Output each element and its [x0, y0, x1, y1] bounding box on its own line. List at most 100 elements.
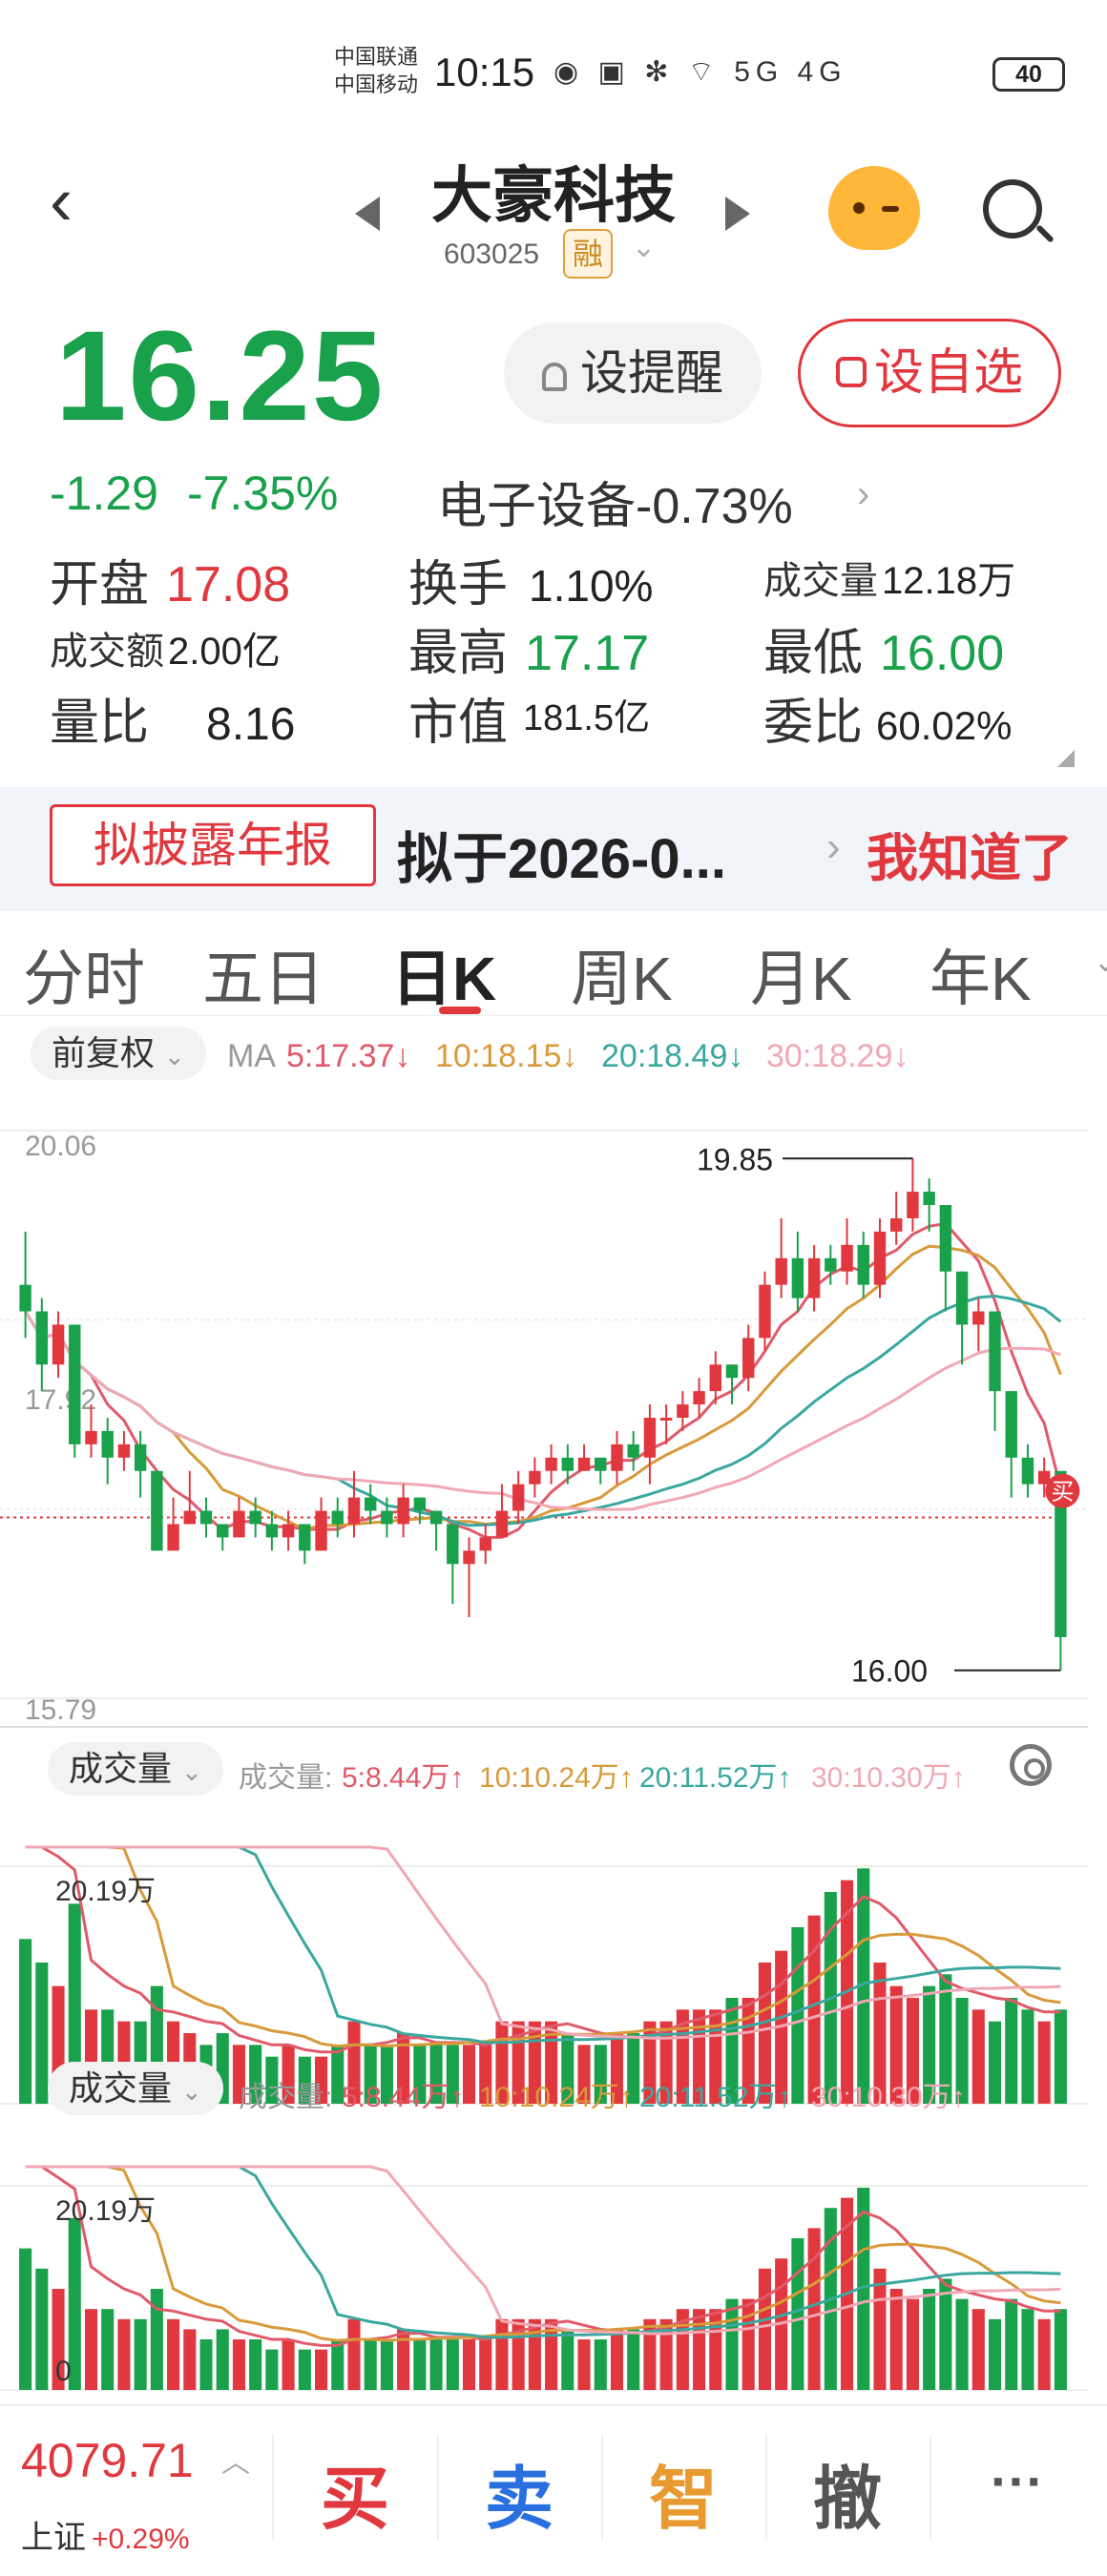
notice-tag: 拟披露年报	[50, 804, 376, 886]
stat-volume: 成交量 12.18万	[763, 550, 1015, 605]
chevron-down-icon[interactable]: ⌄	[632, 231, 656, 264]
tab-weekly-k[interactable]: 周K	[571, 930, 673, 1018]
candle-body	[381, 1510, 393, 1525]
candle-body	[217, 1524, 229, 1538]
volume-chart-2[interactable]: 20.19万 0	[0, 2113, 1107, 2399]
ma20-line	[24, 1294, 1062, 1527]
next-stock-icon[interactable]	[725, 197, 750, 231]
tab-monthly-k[interactable]: 月K	[750, 930, 852, 1018]
candle-body	[907, 1192, 919, 1218]
volume-bar	[167, 2318, 180, 2390]
buy-button[interactable]: 买	[279, 2442, 431, 2543]
stat-value: 8.16	[206, 699, 296, 750]
candle-body	[397, 1497, 409, 1525]
tab-five-day[interactable]: 五日	[202, 930, 324, 1018]
carrier-1: 中国联通	[334, 45, 419, 69]
stat-label: 成交额	[50, 631, 164, 673]
candle-body	[19, 1284, 31, 1312]
stat-market-cap: 市值 181.5亿	[408, 682, 650, 754]
volume-ma5-line	[25, 2165, 1061, 2347]
candle-body	[447, 1524, 459, 1565]
index-name: 上证	[21, 2520, 86, 2556]
divider	[437, 2435, 439, 2540]
search-icon[interactable]	[983, 179, 1042, 239]
stat-value: 17.17	[525, 626, 650, 681]
volume-bar	[134, 2318, 147, 2390]
volume-bar	[873, 2268, 887, 2390]
prev-stock-icon[interactable]	[355, 197, 380, 231]
volume-ma30-line	[25, 2165, 1061, 2336]
volume-bar	[380, 2339, 393, 2390]
stock-name: 大豪科技	[431, 161, 676, 230]
more-button[interactable]: ···	[941, 2450, 1094, 2512]
candle-body	[529, 1470, 541, 1485]
sector-link[interactable]: 电子设备-0.73%	[437, 466, 793, 537]
candle-body	[611, 1444, 623, 1471]
candle-body	[429, 1510, 443, 1525]
candle-body	[643, 1417, 657, 1458]
candle-body	[561, 1457, 574, 1471]
tab-intraday[interactable]: 分时	[23, 930, 145, 1018]
volume-bar	[35, 2268, 49, 2390]
candle-body	[117, 1444, 131, 1458]
volume-bar	[627, 2329, 640, 2390]
volume-ma10-line	[25, 1845, 1061, 2048]
stat-open: 开盘 17.08	[50, 544, 290, 615]
index-value[interactable]: 4079.71	[21, 2433, 194, 2488]
notice-text[interactable]: 拟于2026-0...	[397, 814, 726, 894]
vol-ma30: 30:10.30万↑	[811, 2082, 966, 2113]
volume-indicator-select[interactable]: 成交量 ⌄	[48, 1742, 223, 1796]
set-alert-button[interactable]: 设提醒	[504, 322, 762, 424]
dismiss-notice-button[interactable]: 我知道了	[867, 816, 1073, 891]
volume-bar	[199, 2339, 213, 2390]
candle-body	[939, 1205, 952, 1272]
volume-bar	[725, 2298, 739, 2390]
ma-legend: 前复权 ⌄ MA 5:17.37↓ 10:18.15↓ 20:18.49↓ 30…	[0, 1027, 1107, 1084]
volume-indicator-select-2[interactable]: 成交量 ⌄	[48, 2062, 223, 2115]
candle-body	[677, 1404, 689, 1418]
chevron-up-icon[interactable]: ︿	[221, 2439, 250, 2481]
volume-y-top-label: 20.19万	[55, 2195, 156, 2227]
volume-label: 成交量	[69, 2068, 173, 2108]
tab-yearly-k[interactable]: 年K	[929, 930, 1032, 1018]
ma30-value: 30:18.29↓	[766, 1038, 909, 1074]
ma-prefix: MA	[227, 1038, 276, 1074]
settings-gear-icon[interactable]	[1010, 1744, 1052, 1786]
candle-body	[972, 1311, 985, 1325]
volume-bar	[117, 2318, 131, 2390]
chevron-down-icon[interactable]: ⌄	[1094, 945, 1107, 979]
candle-body	[315, 1510, 327, 1551]
candle-body	[807, 1257, 821, 1298]
vol-ma30: 30:10.30万↑	[811, 1762, 966, 1794]
candle-body	[101, 1430, 114, 1458]
mascot-icon[interactable]	[828, 166, 920, 250]
add-watchlist-button[interactable]: 设自选	[798, 319, 1061, 427]
chevron-down-icon: ⌄	[181, 1757, 202, 1786]
candle-body	[69, 1324, 81, 1444]
cancel-order-button[interactable]: 撤	[771, 2442, 924, 2543]
volume-bar	[19, 2248, 32, 2390]
chevron-down-icon: ⌄	[181, 2077, 202, 2106]
buy-marker-label: 买	[1051, 1480, 1074, 1506]
change-pct: -7.35%	[186, 467, 339, 520]
volume-bar	[791, 2238, 804, 2390]
candle-body	[890, 1217, 903, 1232]
stat-label: 成交量	[763, 560, 878, 602]
candle-body	[923, 1192, 935, 1206]
smart-button[interactable]: 智	[607, 2442, 760, 2543]
candle-body	[955, 1271, 969, 1325]
tab-daily-k[interactable]: 日K	[391, 930, 496, 1018]
candle-body	[627, 1444, 639, 1458]
volume-bar	[347, 2318, 361, 2390]
sell-button[interactable]: 卖	[443, 2442, 595, 2543]
adjust-select[interactable]: 前复权 ⌄	[31, 1027, 206, 1080]
candle-body	[183, 1510, 196, 1525]
candle-body	[577, 1457, 591, 1471]
back-icon[interactable]: ‹	[50, 167, 73, 236]
kline-chart[interactable]: 20.06 17.92 15.79 19.85 16.00 买	[0, 1088, 1107, 1736]
expand-stats-icon[interactable]	[1057, 750, 1075, 767]
candle-body	[347, 1497, 361, 1525]
volume-bar	[1005, 2298, 1018, 2390]
ma10-value: 10:18.15↓	[435, 1038, 578, 1074]
stat-value: 2.00亿	[168, 631, 281, 673]
